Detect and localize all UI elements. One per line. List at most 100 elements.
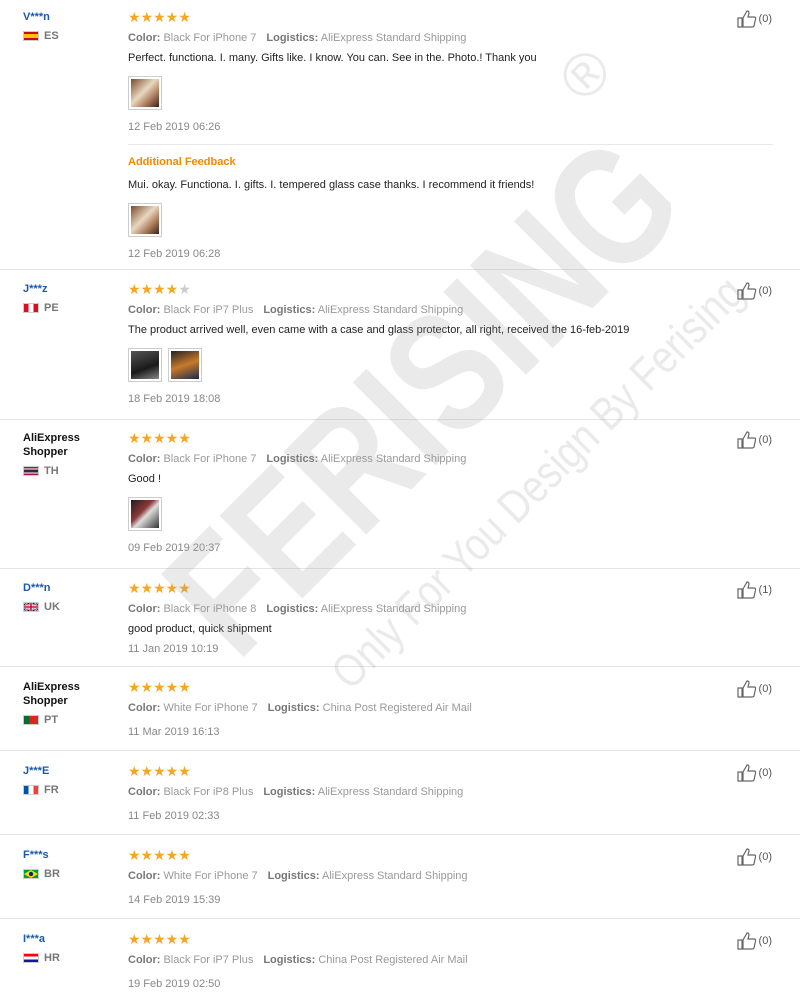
review-date: 09 Feb 2019 20:37 bbox=[128, 542, 221, 554]
review-body: ★★★★★ Color: Black For iPhone 7 Logistics… bbox=[128, 431, 768, 555]
review-item: AliExpress Shopper TH ★★★★★ Color: Black… bbox=[0, 431, 800, 569]
review-meta: Color: White For iPhone 7 Logistics: Chin… bbox=[128, 701, 768, 715]
reviewer-info: AliExpress Shopper TH bbox=[23, 431, 118, 477]
flag-fr-icon bbox=[23, 785, 39, 795]
thumbs-up-icon bbox=[736, 581, 756, 599]
reviewer-country: HR bbox=[23, 952, 118, 964]
logistics-label: Logistics: bbox=[266, 603, 319, 615]
reviewer-country: FR bbox=[23, 784, 118, 796]
additional-feedback-text: Mui. okay. Functiona. I. gifts. I. tempe… bbox=[128, 179, 535, 191]
reviewer-name[interactable]: F***s bbox=[23, 848, 118, 862]
review-photo[interactable] bbox=[128, 203, 162, 237]
color-label: Color: bbox=[128, 870, 161, 882]
review-photo[interactable] bbox=[128, 497, 162, 531]
review-item: AliExpress Shopper PT ★★★★★ Color: White… bbox=[0, 680, 800, 751]
reviewer-name[interactable]: J***z bbox=[23, 282, 118, 296]
star-rating: ★★★★★ bbox=[128, 281, 191, 297]
helpful-button[interactable]: (0) bbox=[736, 282, 772, 300]
review-photos bbox=[128, 348, 768, 382]
logistics-value: AliExpress Standard Shipping bbox=[322, 870, 468, 882]
review-text: Perfect. functiona. I. many. Gifts like.… bbox=[128, 52, 537, 64]
logistics-value: AliExpress Standard Shipping bbox=[320, 453, 467, 465]
reviewer-info: J***E FR bbox=[23, 764, 118, 796]
country-code: PT bbox=[44, 714, 59, 726]
reviewer-name[interactable]: AliExpress Shopper bbox=[23, 680, 93, 708]
helpful-button[interactable]: (0) bbox=[736, 764, 772, 782]
logistics-label: Logistics: bbox=[263, 304, 316, 316]
logistics-value: AliExpress Standard Shipping bbox=[317, 304, 464, 316]
color-value: White For iPhone 7 bbox=[163, 702, 258, 714]
logistics-value: AliExpress Standard Shipping bbox=[320, 32, 467, 44]
color-value: White For iPhone 7 bbox=[163, 870, 258, 882]
helpful-button[interactable]: (0) bbox=[736, 848, 772, 866]
additional-feedback-label: Additional Feedback bbox=[128, 156, 236, 168]
reviewer-name[interactable]: J***E bbox=[23, 764, 118, 778]
review-meta: Color: Black For iP7 Plus Logistics: AliE… bbox=[128, 303, 768, 317]
review-text: good product, quick shipment bbox=[128, 623, 272, 635]
review-photo[interactable] bbox=[168, 348, 202, 382]
review-body: ★★★★★ Color: Black For iP7 Plus Logistics… bbox=[128, 282, 768, 406]
reviewer-info: AliExpress Shopper PT bbox=[23, 680, 118, 726]
reviewer-country: UK bbox=[23, 601, 118, 613]
logistics-value: AliExpress Standard Shipping bbox=[317, 786, 464, 798]
review-date: 11 Feb 2019 02:33 bbox=[128, 810, 220, 822]
helpful-button[interactable]: (0) bbox=[736, 680, 772, 698]
color-label: Color: bbox=[128, 304, 161, 316]
color-label: Color: bbox=[128, 603, 161, 615]
color-label: Color: bbox=[128, 786, 161, 798]
review-item: F***s BR ★★★★★ Color: White For iPhone 7… bbox=[0, 848, 800, 919]
flag-pe-icon bbox=[23, 303, 39, 313]
logistics-value: China Post Registered Air Mail bbox=[318, 954, 468, 966]
helpful-button[interactable]: (1) bbox=[736, 581, 772, 599]
helpful-button[interactable]: (0) bbox=[736, 431, 772, 449]
star-rating: ★★★★★ bbox=[128, 763, 191, 779]
review-date: 19 Feb 2019 02:50 bbox=[128, 978, 221, 990]
color-label: Color: bbox=[128, 702, 161, 714]
thumbs-up-icon bbox=[736, 932, 756, 950]
reviewer-name[interactable]: AliExpress Shopper bbox=[23, 431, 93, 459]
additional-feedback-date: 12 Feb 2019 06:28 bbox=[128, 248, 221, 260]
flag-uk-icon bbox=[23, 602, 39, 612]
reviewer-name[interactable]: I***a bbox=[23, 932, 118, 946]
review-photo[interactable] bbox=[128, 76, 162, 110]
review-body: ★★★★★ Color: Black For iPhone 7 Logistics… bbox=[128, 10, 773, 261]
color-label: Color: bbox=[128, 32, 161, 44]
country-code: ES bbox=[44, 30, 59, 42]
reviewer-name[interactable]: V***n bbox=[23, 10, 118, 24]
review-date: 14 Feb 2019 15:39 bbox=[128, 894, 221, 906]
color-label: Color: bbox=[128, 453, 161, 465]
flag-th-icon bbox=[23, 466, 39, 476]
review-item: J***E FR ★★★★★ Color: Black For iP8 Plus… bbox=[0, 764, 800, 835]
helpful-button[interactable]: (0) bbox=[736, 10, 772, 28]
color-value: Black For iP7 Plus bbox=[163, 954, 254, 966]
thumbs-up-icon bbox=[736, 764, 756, 782]
star-rating: ★★★★★ bbox=[128, 931, 191, 947]
review-date: 11 Mar 2019 16:13 bbox=[128, 726, 220, 738]
logistics-label: Logistics: bbox=[266, 32, 319, 44]
color-value: Black For iP7 Plus bbox=[163, 304, 254, 316]
helpful-count: (0) bbox=[758, 767, 772, 779]
reviewer-country: BR bbox=[23, 868, 118, 880]
review-date: 12 Feb 2019 06:26 bbox=[128, 121, 221, 133]
country-code: TH bbox=[44, 465, 59, 477]
review-body: ★★★★★ Color: Black For iP7 Plus Logistics… bbox=[128, 932, 768, 991]
review-body: ★★★★★ Color: Black For iPhone 8 Logistics… bbox=[128, 581, 768, 656]
color-value: Black For iPhone 8 bbox=[163, 603, 257, 615]
flag-es-icon bbox=[23, 31, 39, 41]
review-date: 18 Feb 2019 18:08 bbox=[128, 393, 221, 405]
review-body: ★★★★★ Color: White For iPhone 7 Logistics… bbox=[128, 848, 768, 907]
review-photo[interactable] bbox=[128, 348, 162, 382]
logistics-label: Logistics: bbox=[266, 453, 319, 465]
reviewer-country: ES bbox=[23, 30, 118, 42]
flag-hr-icon bbox=[23, 953, 39, 963]
logistics-label: Logistics: bbox=[263, 786, 316, 798]
review-date: 11 Jan 2019 10:19 bbox=[128, 643, 219, 655]
reviewer-country: PE bbox=[23, 302, 118, 314]
helpful-button[interactable]: (0) bbox=[736, 932, 772, 950]
star-rating: ★★★★★ bbox=[128, 430, 191, 446]
reviewer-name[interactable]: D***n bbox=[23, 581, 118, 595]
color-value: Black For iP8 Plus bbox=[163, 786, 254, 798]
review-item: V***n ES ★★★★★ Color: Black For iPhone 7… bbox=[0, 10, 800, 270]
review-meta: Color: Black For iPhone 8 Logistics: AliE… bbox=[128, 602, 768, 616]
logistics-value: China Post Registered Air Mail bbox=[322, 702, 472, 714]
